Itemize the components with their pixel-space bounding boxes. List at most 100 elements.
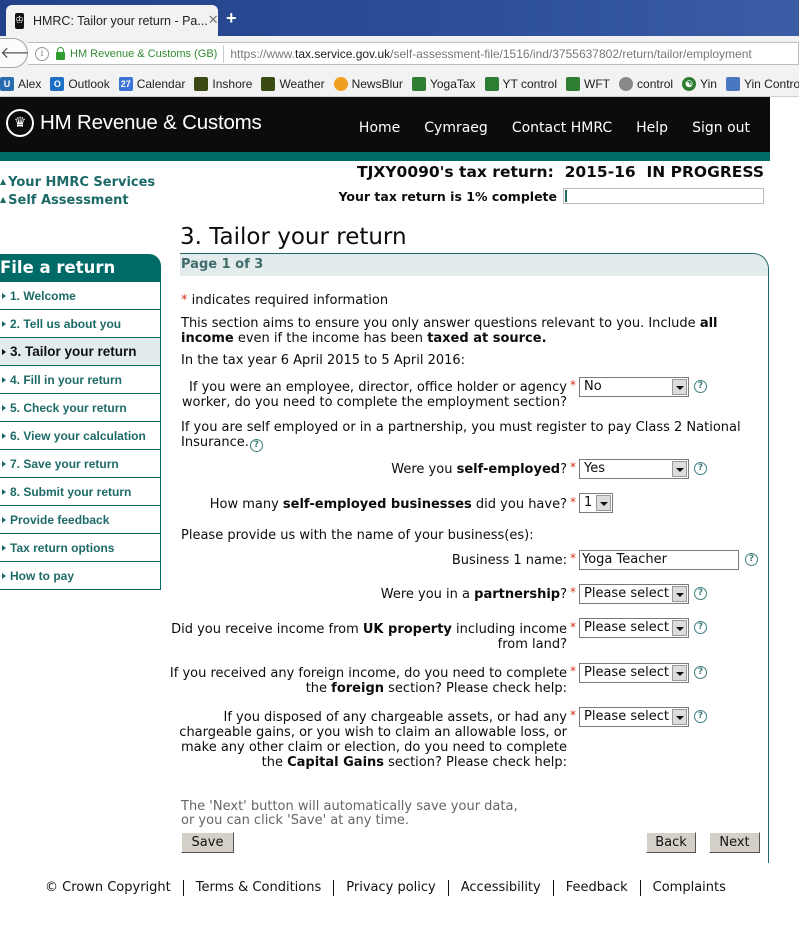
arrow-right-icon: [2, 460, 6, 467]
nav-cymraeg[interactable]: Cymraeg: [424, 120, 488, 136]
hmrc-favicon-icon: ♔: [15, 12, 24, 29]
sidebar-item-9[interactable]: Provide feedback: [0, 506, 161, 534]
crown-icon: ♛: [6, 109, 34, 137]
browser-tab[interactable]: ♔ HMRC: Tailor your return - Pa... ✕: [6, 5, 219, 36]
q-pre: Were you in a: [380, 587, 475, 602]
bookmark-yt-control[interactable]: YT control: [484, 76, 557, 91]
sidebar-title: File a return: [0, 254, 161, 282]
back-button[interactable]: 🡐: [0, 38, 43, 68]
arrow-right-icon: [2, 404, 6, 411]
help-icon[interactable]: ?: [694, 666, 707, 679]
nav-contact-hmrc[interactable]: Contact HMRC: [512, 120, 612, 136]
sidebar-item-2[interactable]: 2. Tell us about you: [0, 310, 161, 338]
bookmark-yin[interactable]: ☯ Yin: [682, 76, 717, 91]
bookmark-calendar[interactable]: 27 Calendar: [118, 76, 185, 91]
select-value: Yes: [584, 461, 605, 476]
bookmark-newsblur[interactable]: NewsBlur: [333, 76, 403, 91]
help-icon[interactable]: ?: [694, 380, 707, 393]
nav-sign-out[interactable]: Sign out: [692, 120, 750, 136]
sidebar-item-6[interactable]: 6. View your calculation: [0, 422, 161, 450]
hmrc-logo[interactable]: ♛ HM Revenue & Customs: [6, 109, 262, 137]
question-line: Were you in a partnership?: [381, 587, 567, 602]
q-post: ?: [560, 462, 567, 477]
bookmark-control[interactable]: control: [619, 76, 673, 91]
help-icon[interactable]: ?: [694, 462, 707, 475]
breadcrumb-your-hmrc-services[interactable]: ▲ Your HMRC Services: [0, 173, 155, 191]
bookmarks-bar: U Alex O Outlook 27 Calendar Inshore Weather New…: [0, 71, 799, 97]
sidebar-item-1[interactable]: 1. Welcome: [0, 282, 161, 310]
select-value: Please select: [584, 620, 669, 635]
footer-privacy[interactable]: Privacy policy: [333, 880, 447, 896]
save-button[interactable]: Save: [181, 832, 234, 853]
bookmark-yin-control[interactable]: Yin Control: [725, 76, 799, 91]
capital-gains-question: If you disposed of any chargeable assets…: [179, 708, 576, 770]
lock-icon: [56, 46, 65, 60]
required-note: * indicates required information: [181, 293, 388, 308]
sidebar-item-5[interactable]: 5. Check your return: [0, 394, 161, 422]
sidebar-item-7[interactable]: 7. Save your return: [0, 450, 161, 478]
footer-accessibility[interactable]: Accessibility: [447, 880, 553, 896]
businesses-count-select[interactable]: 1: [579, 493, 613, 513]
sidebar-item-label: Tax return options: [10, 540, 115, 555]
bookmark-yogatax[interactable]: YogaTax: [411, 76, 476, 91]
uk-property-select[interactable]: Please select: [579, 618, 689, 638]
question-line: make any other claim or election, do you…: [181, 740, 567, 755]
capital-gains-select[interactable]: Please select: [579, 707, 689, 727]
header-accent-bar: [0, 152, 770, 161]
sidebar-item-3[interactable]: 3. Tailor your return: [0, 338, 161, 366]
footer-crown-copyright[interactable]: © Crown Copyright: [45, 880, 183, 896]
arrow-right-icon: [2, 292, 6, 299]
help-icon[interactable]: ?: [249, 439, 263, 452]
sidebar-item-10[interactable]: Tax return options: [0, 534, 161, 562]
sidebar-item-label: 1. Welcome: [10, 288, 76, 303]
return-status-title: TJXY0090's tax return: 2015-16 IN PROGRE…: [357, 163, 764, 181]
sidebar-item-11[interactable]: How to pay: [0, 562, 161, 590]
help-icon[interactable]: ?: [745, 553, 758, 566]
select-value: No: [584, 379, 602, 394]
uk-property-question: Did you receive income from UK property …: [171, 620, 576, 652]
info-icon[interactable]: i: [35, 46, 49, 61]
sidebar-item-8[interactable]: 8. Submit your return: [0, 478, 161, 506]
bookmark-label: Alex: [18, 76, 42, 91]
help-icon[interactable]: ?: [694, 587, 707, 600]
q-post: section? Please check help:: [384, 755, 567, 770]
employment-question: If you were an employee, director, offic…: [182, 378, 576, 410]
alex-icon: U: [0, 76, 14, 91]
close-tab-icon[interactable]: ✕: [208, 13, 219, 28]
new-tab-button[interactable]: +: [226, 8, 237, 29]
self-employed-select[interactable]: Yes: [579, 459, 689, 479]
partnership-question: Were you in a partnership? *: [381, 585, 576, 602]
next-button[interactable]: Next: [709, 832, 760, 853]
bookmark-alex[interactable]: U Alex: [0, 76, 42, 91]
address-bar[interactable]: i HM Revenue & Customs (GB) https://www.…: [28, 42, 799, 65]
url-path: /self-assessment-file/1516/ind/375563780…: [390, 46, 752, 61]
partnership-select[interactable]: Please select: [579, 584, 689, 604]
foreign-select[interactable]: Please select: [579, 663, 689, 683]
bookmark-wft[interactable]: WFT: [566, 76, 610, 91]
browser-nav-bar: 🡐 i HM Revenue & Customs (GB) https://ww…: [0, 36, 799, 71]
bookmark-weather[interactable]: Weather: [261, 76, 325, 91]
breadcrumb-self-assessment[interactable]: ▲ Self Assessment: [0, 191, 155, 209]
help-icon[interactable]: ?: [694, 710, 707, 723]
chevron-down-icon: [596, 495, 611, 511]
back-form-button[interactable]: Back: [646, 832, 696, 853]
nav-help[interactable]: Help: [636, 120, 668, 136]
q-bold: self-employed businesses: [282, 497, 472, 512]
sidebar-item-4[interactable]: 4. Fill in your return: [0, 366, 161, 394]
business-name-input[interactable]: Yoga Teacher: [579, 550, 739, 570]
employment-select[interactable]: No: [579, 377, 689, 397]
footer-feedback[interactable]: Feedback: [552, 880, 640, 896]
footer-complaints[interactable]: Complaints: [639, 880, 738, 896]
footer-terms[interactable]: Terms & Conditions: [182, 880, 334, 896]
progress-bar: [563, 188, 764, 204]
url-text[interactable]: https://www.tax.service.gov.uk/self-asse…: [230, 47, 751, 61]
help-icon[interactable]: ?: [694, 621, 707, 634]
bookmark-inshore[interactable]: Inshore: [194, 76, 252, 91]
bookmark-outlook[interactable]: O Outlook: [50, 76, 110, 91]
required-note-text: indicates required information: [187, 293, 389, 308]
required-star: *: [570, 551, 576, 565]
nav-home[interactable]: Home: [359, 120, 400, 136]
chevron-down-icon: [672, 620, 687, 636]
self-employed-question: Were you self-employed? *: [391, 460, 576, 477]
file-a-return-sidebar: File a return 1. Welcome 2. Tell us about…: [0, 254, 161, 590]
